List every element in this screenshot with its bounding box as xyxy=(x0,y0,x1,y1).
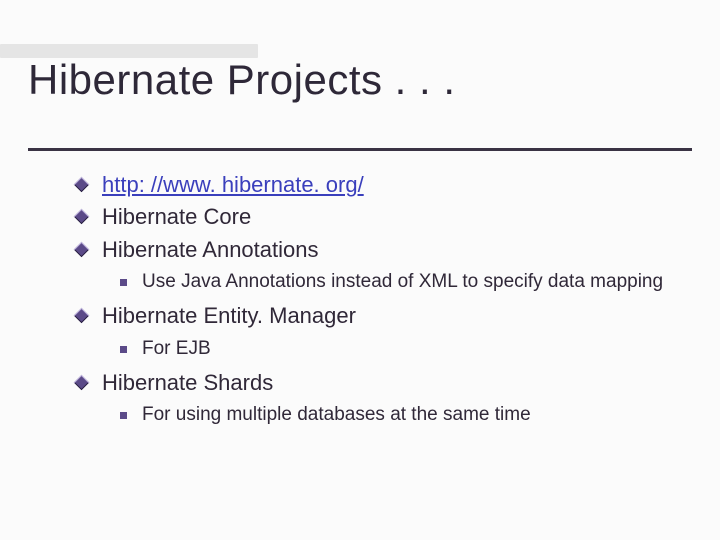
bullet-shards: Hibernate Shards xyxy=(84,368,680,398)
bullet-text: Hibernate Entity. Manager xyxy=(102,303,356,328)
diamond-icon xyxy=(74,177,90,193)
diamond-icon xyxy=(74,308,90,324)
subbullet-text: Use Java Annotations instead of XML to s… xyxy=(142,271,663,292)
bullet-entitymanager: Hibernate Entity. Manager xyxy=(84,301,680,331)
hibernate-link[interactable]: http: //www. hibernate. org/ xyxy=(102,172,364,197)
bullet-text: Hibernate Annotations xyxy=(102,237,319,262)
subbullet-annotations: Use Java Annotations instead of XML to s… xyxy=(118,269,680,295)
subbullet-shards: For using multiple databases at the same… xyxy=(118,402,680,428)
slide-body: http: //www. hibernate. org/ Hibernate C… xyxy=(84,170,680,434)
subbullet-text: For using multiple databases at the same… xyxy=(142,404,531,425)
square-icon xyxy=(120,346,127,353)
subbullet-text: For EJB xyxy=(142,338,211,359)
bullet-text: Hibernate Core xyxy=(102,204,251,229)
bullet-text: Hibernate Shards xyxy=(102,370,273,395)
diamond-icon xyxy=(74,375,90,391)
square-icon xyxy=(120,412,127,419)
subbullet-entitymanager: For EJB xyxy=(118,336,680,362)
slide-title: Hibernate Projects . . . xyxy=(28,56,456,104)
bullet-core: Hibernate Core xyxy=(84,202,680,232)
diamond-icon xyxy=(74,241,90,257)
bullet-annotations: Hibernate Annotations xyxy=(84,235,680,265)
diamond-icon xyxy=(74,209,90,225)
square-icon xyxy=(120,279,127,286)
title-rule xyxy=(28,148,692,151)
slide: Hibernate Projects . . . http: //www. hi… xyxy=(0,0,720,540)
bullet-link: http: //www. hibernate. org/ xyxy=(84,170,680,200)
